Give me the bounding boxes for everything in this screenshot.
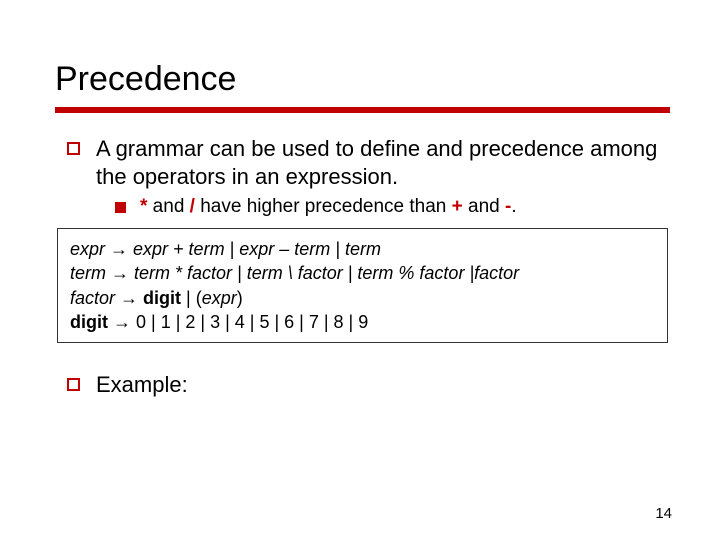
text-frag: | ( <box>181 288 202 308</box>
text-frag: have higher precedence than <box>195 196 452 217</box>
grammar-line-factor: factor → digit | (expr) <box>70 286 655 310</box>
example-label: Example: <box>96 371 188 399</box>
arrow: → <box>106 263 134 283</box>
text-frag: . <box>511 196 516 217</box>
solid-square-icon <box>115 202 126 213</box>
production-body: expr + term | expr – term | term <box>133 239 381 259</box>
text-frag: ) <box>237 288 243 308</box>
arrow: → <box>115 288 143 308</box>
sub-bullet: * and / have higher precedence than + an… <box>115 196 670 218</box>
nonterminal-term: term <box>70 263 106 283</box>
nonterminal-factor: factor <box>70 288 115 308</box>
title-underline <box>55 107 670 113</box>
grammar-line-term: term → term * factor | term \ factor | t… <box>70 261 655 285</box>
arrow: → <box>105 239 133 259</box>
example-bullet: Example: <box>67 371 670 399</box>
sub-bullet-text: * and / have higher precedence than + an… <box>140 196 517 218</box>
main-bullet: A grammar can be used to define and prec… <box>67 135 670 190</box>
production-body: → 0 | 1 | 2 | 3 | 4 | 5 | 6 | 7 | 8 | 9 <box>108 312 368 332</box>
nonterminal-expr: expr <box>202 288 237 308</box>
slide-title: Precedence <box>55 60 670 99</box>
production-body: term * factor | term \ factor | term % f… <box>134 263 519 283</box>
operator-plus: + <box>452 196 463 217</box>
hollow-square-icon <box>67 142 80 155</box>
text-frag: and <box>463 196 505 217</box>
terminal-digit: digit <box>143 288 181 308</box>
text-frag: and <box>147 196 189 217</box>
hollow-square-icon <box>67 378 80 391</box>
grammar-line-expr: expr → expr + term | expr – term | term <box>70 237 655 261</box>
nonterminal-digit: digit <box>70 312 108 332</box>
grammar-line-digit: digit → 0 | 1 | 2 | 3 | 4 | 5 | 6 | 7 | … <box>70 310 655 334</box>
grammar-box: expr → expr + term | expr – term | term … <box>57 228 668 343</box>
nonterminal-expr: expr <box>70 239 105 259</box>
page-number: 14 <box>655 505 672 522</box>
main-bullet-text: A grammar can be used to define and prec… <box>96 135 670 190</box>
